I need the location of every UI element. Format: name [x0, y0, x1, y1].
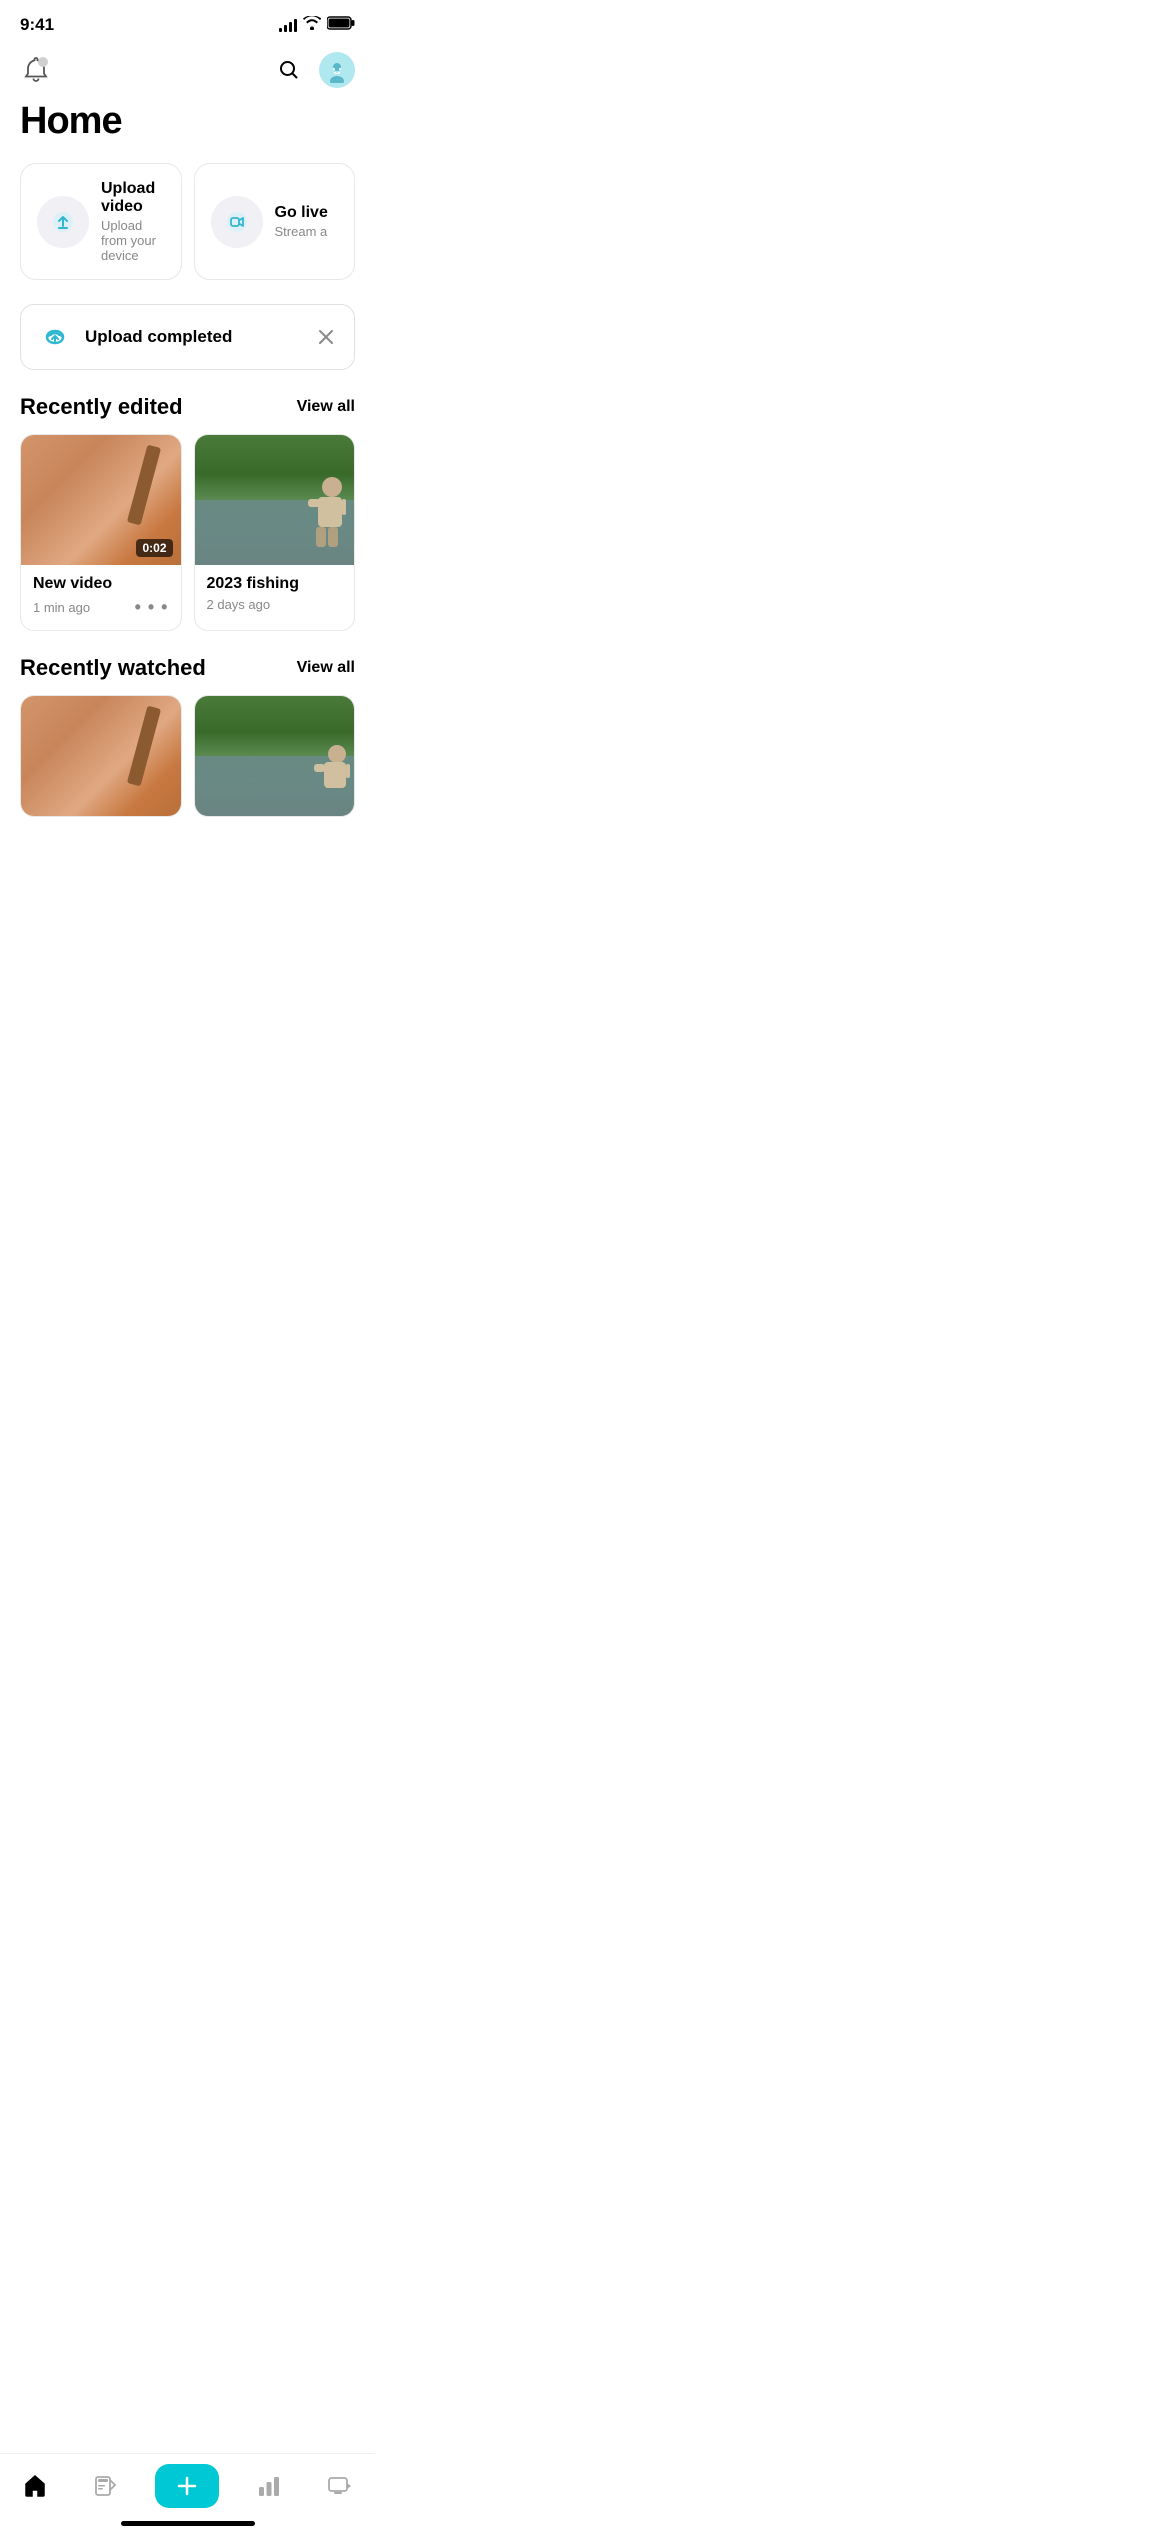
video-title-new-video: New video: [33, 575, 169, 593]
wifi-icon: [303, 16, 321, 35]
header-left: [20, 54, 52, 86]
upload-banner-text: Upload completed: [85, 327, 232, 347]
go-live-subtitle: Stream a: [275, 224, 328, 239]
upload-close-button[interactable]: [314, 325, 338, 349]
recently-watched-cards: [0, 695, 375, 817]
upload-video-card[interactable]: Upload video Upload from your device: [20, 163, 182, 280]
watched-thumb-2: [195, 696, 355, 816]
page-title: Home: [0, 92, 375, 163]
nav-home[interactable]: [14, 2469, 56, 2503]
video-title-fishing: 2023 fishing: [207, 575, 343, 593]
recently-watched-header: Recently watched View all: [0, 655, 375, 695]
search-icon[interactable]: [275, 56, 303, 84]
watched-card-1[interactable]: [20, 695, 182, 817]
video-card-info-new-video: New video 1 min ago • • •: [21, 565, 181, 630]
nav-analytics[interactable]: [248, 2469, 290, 2503]
nav-watch[interactable]: [319, 2469, 361, 2503]
video-card-fishing[interactable]: 2023 fishing 2 days ago: [194, 434, 356, 631]
upload-video-text: Upload video Upload from your device: [101, 180, 165, 263]
nav-add-button[interactable]: [155, 2464, 219, 2508]
go-live-card[interactable]: Go live Stream a: [194, 163, 356, 280]
go-live-title: Go live: [275, 204, 328, 222]
status-time: 9:41: [20, 15, 54, 35]
header: [0, 44, 375, 92]
recently-edited-view-all[interactable]: View all: [297, 398, 355, 416]
video-time-new-video: 1 min ago: [33, 600, 90, 615]
watched-thumb-1: [21, 696, 181, 816]
video-thumbnail-new-video: 0:02: [21, 435, 181, 565]
video-meta-fishing: 2 days ago: [207, 597, 343, 612]
notification-bell-icon[interactable]: [20, 54, 52, 86]
recently-edited-title: Recently edited: [20, 394, 183, 420]
watched-card-2[interactable]: [194, 695, 356, 817]
upload-banner-left: Upload completed: [37, 319, 232, 355]
video-card-new-video[interactable]: 0:02 New video 1 min ago • • •: [20, 434, 182, 631]
recently-watched-view-all[interactable]: View all: [297, 659, 355, 677]
status-icons: [279, 16, 355, 35]
upload-video-title: Upload video: [101, 180, 165, 216]
recently-watched-title: Recently watched: [20, 655, 206, 681]
video-duration-new-video: 0:02: [136, 539, 172, 557]
video-card-info-fishing: 2023 fishing 2 days ago: [195, 565, 355, 624]
upload-completed-banner: Upload completed: [20, 304, 355, 370]
upload-video-icon-bg: [37, 196, 89, 248]
nav-library[interactable]: [85, 2469, 127, 2503]
signal-icon: [279, 18, 297, 32]
go-live-text: Go live Stream a: [275, 204, 328, 239]
home-indicator: [0, 2515, 375, 2526]
status-bar: 9:41: [0, 0, 375, 44]
upload-video-subtitle: Upload from your device: [101, 218, 165, 263]
video-time-fishing: 2 days ago: [207, 597, 271, 612]
action-cards-row: Upload video Upload from your device Go …: [0, 163, 375, 300]
video-more-button-new-video[interactable]: • • •: [135, 597, 169, 618]
avatar[interactable]: [319, 52, 355, 88]
upload-complete-icon: [37, 319, 73, 355]
video-meta-new-video: 1 min ago • • •: [33, 597, 169, 618]
video-thumbnail-fishing: [195, 435, 355, 565]
battery-icon: [327, 16, 355, 35]
go-live-icon-bg: [211, 196, 263, 248]
header-right: [275, 52, 355, 88]
recently-edited-header: Recently edited View all: [0, 394, 375, 434]
recently-edited-cards: 0:02 New video 1 min ago • • •: [0, 434, 375, 655]
